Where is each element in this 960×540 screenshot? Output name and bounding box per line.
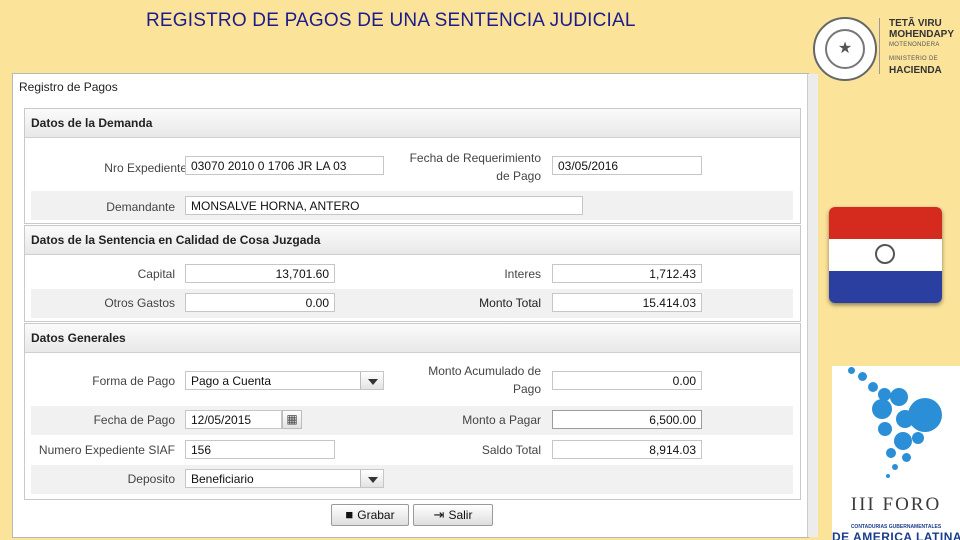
logo-line-5: HACIENDA: [889, 65, 942, 76]
otros-gastos-field[interactable]: 0.00: [185, 293, 335, 312]
fecha-pago-field[interactable]: 12/05/2015: [185, 410, 282, 429]
nro-expediente-field[interactable]: 03070 2010 0 1706 JR LA 03: [185, 156, 384, 175]
saldo-total-label: Saldo Total: [481, 443, 541, 457]
logo-dot: [912, 432, 924, 444]
forma-pago-select[interactable]: Pago a Cuenta: [185, 371, 384, 390]
deposito-select[interactable]: Beneficiario: [185, 469, 384, 488]
monto-acumulado-field[interactable]: 0.00: [552, 371, 702, 390]
panel-datos-demanda: Datos de la Demanda Nro Expediente 03070…: [24, 108, 801, 224]
chevron-down-icon[interactable]: [360, 372, 383, 389]
forum-bottom-text: DE AMERICA LATINA: [832, 530, 960, 540]
ministry-logo-text: TETÃ VIRU MOHENDAPY MOTENONDERA MINISTER…: [889, 18, 959, 76]
intereses-field[interactable]: 1,712.43: [552, 264, 702, 283]
monto-acumulado-label-line1: Monto Acumulado de: [428, 364, 541, 378]
demandante-field[interactable]: MONSALVE HORNA, ANTERO: [185, 196, 583, 215]
salir-button-label: Salir: [448, 508, 473, 522]
forum-title: III FORO: [850, 494, 942, 515]
saldo-total-field[interactable]: 8,914.03: [552, 440, 702, 459]
logo-line-1: TETÃ VIRU: [889, 18, 942, 29]
forma-pago-value: Pago a Cuenta: [191, 374, 272, 388]
calendar-icon[interactable]: ▦: [282, 410, 302, 429]
national-seal-logo: ★: [813, 17, 877, 81]
deposito-value: Beneficiario: [191, 472, 254, 486]
chevron-down-icon[interactable]: [360, 470, 383, 487]
deposito-label: Deposito: [127, 472, 175, 486]
intereses-label: Interes: [504, 267, 541, 281]
forma-pago-label: Forma de Pago: [92, 374, 175, 388]
nro-expediente-label: Nro Expediente: [104, 161, 187, 175]
monto-acumulado-label: Monto Acumulado de Pago: [393, 364, 541, 400]
panel-header-generales: Datos Generales: [25, 324, 800, 353]
logo-divider: [879, 18, 880, 74]
salir-button[interactable]: ⇥ Salir: [413, 504, 493, 526]
siaf-label: Numero Expediente SIAF: [38, 443, 175, 457]
capital-label: Capital: [137, 267, 175, 281]
star-icon: ★: [837, 40, 853, 57]
paraguay-flag: [829, 207, 942, 303]
save-icon: ■: [345, 507, 354, 522]
logo-line-3: MOTENONDERA: [889, 42, 940, 48]
logo-line-2: MOHENDAPY: [889, 29, 955, 40]
grabar-button-label: Grabar: [357, 508, 395, 522]
grabar-button[interactable]: ■ Grabar: [331, 504, 409, 526]
monto-pagar-label: Monto a Pagar: [462, 413, 541, 427]
vertical-scrollbar[interactable]: [807, 74, 818, 537]
flag-white-stripe: [829, 239, 942, 271]
panel-datos-sentencia: Datos de la Sentencia en Calidad de Cosa…: [24, 225, 801, 322]
registro-pagos-window: Registro de Pagos Datos de la Demanda Nr…: [12, 73, 818, 538]
fecha-requerimiento-field[interactable]: 03/05/2016: [552, 156, 702, 175]
logo-dot: [902, 453, 911, 462]
fecha-requerimiento-label-line2: de Pago: [496, 169, 541, 183]
demandante-label: Demandante: [106, 200, 175, 214]
logo-dot: [858, 372, 867, 381]
fecha-requerimiento-label-line1: Fecha de Requerimiento: [409, 151, 541, 165]
monto-acumulado-label-line2: Pago: [512, 382, 541, 396]
logo-dot: [894, 432, 912, 450]
panel-datos-generales: Datos Generales Forma de Pago Pago a Cue…: [24, 323, 801, 500]
fecha-requerimiento-label: Fecha de Requerimiento de Pago: [393, 151, 541, 187]
logo-line-4: MINISTERIO DE: [889, 56, 938, 62]
fecha-pago-label: Fecha de Pago: [93, 413, 175, 427]
flag-emblem-icon: [875, 244, 895, 264]
flag-blue-stripe: [829, 271, 942, 303]
otros-gastos-label: Otros Gastos: [104, 296, 175, 310]
capital-field[interactable]: 13,701.60: [185, 264, 335, 283]
logo-dot: [890, 388, 908, 406]
flag-red-stripe: [829, 207, 942, 239]
seal-inner-ring: ★: [825, 29, 865, 69]
panel-header-demanda: Datos de la Demanda: [25, 109, 800, 138]
window-title: Registro de Pagos: [19, 80, 118, 94]
siaf-field[interactable]: 156: [185, 440, 335, 459]
logo-dot: [878, 422, 892, 436]
monto-total-label: Monto Total: [479, 296, 541, 310]
monto-total-field[interactable]: 15.414.03: [552, 293, 702, 312]
panel-header-sentencia: Datos de la Sentencia en Calidad de Cosa…: [25, 226, 800, 255]
logo-dot: [872, 399, 892, 419]
logo-dot: [868, 382, 878, 392]
logo-dot: [896, 410, 914, 428]
logo-dot: [892, 464, 898, 470]
monto-pagar-field[interactable]: 6,500.00: [552, 410, 702, 429]
foro-logo: III FORO CONTADURIAS GUBERNAMENTALES DE …: [832, 366, 960, 540]
logo-dot: [848, 367, 855, 374]
logo-dot: [886, 474, 890, 478]
exit-icon: ⇥: [433, 507, 445, 522]
slide-title: REGISTRO DE PAGOS DE UNA SENTENCIA JUDIC…: [146, 10, 636, 31]
logo-dot: [886, 448, 896, 458]
